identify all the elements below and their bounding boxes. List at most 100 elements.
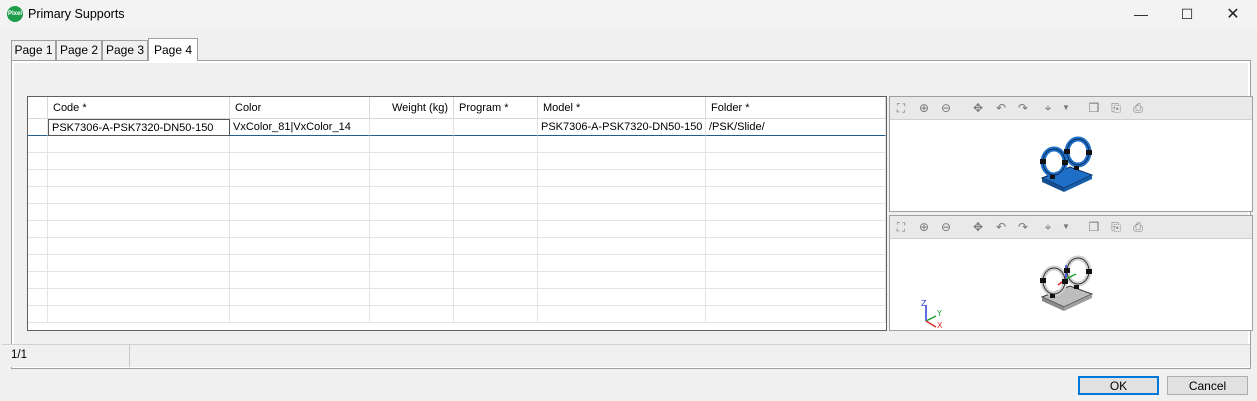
- empty-cell[interactable]: [48, 289, 230, 306]
- column-header-weight[interactable]: Weight (kg): [370, 97, 454, 119]
- empty-cell[interactable]: [370, 136, 454, 153]
- empty-cell[interactable]: [230, 153, 370, 170]
- tab-page-4[interactable]: Page 4: [148, 38, 198, 61]
- empty-cell[interactable]: [230, 187, 370, 204]
- empty-cell[interactable]: [454, 153, 538, 170]
- empty-cell[interactable]: [538, 136, 706, 153]
- rotate-right-icon[interactable]: ↷: [1015, 219, 1031, 235]
- pan-icon[interactable]: ✥: [970, 219, 986, 235]
- cancel-button[interactable]: Cancel: [1167, 376, 1248, 395]
- empty-cell[interactable]: [706, 255, 886, 272]
- minimize-button[interactable]: —: [1118, 0, 1164, 29]
- table-row[interactable]: PSK7306-A-PSK7320-DN50-150 VxColor_81|Vx…: [28, 119, 886, 136]
- model-preview-canvas[interactable]: [890, 120, 1252, 210]
- zoom-out-icon[interactable]: ⊖: [938, 219, 954, 235]
- empty-cell[interactable]: [454, 187, 538, 204]
- row-header[interactable]: [28, 289, 48, 306]
- table-row[interactable]: [28, 136, 886, 153]
- dropdown-arrow-icon[interactable]: ▼: [1058, 219, 1074, 235]
- zoom-in-icon[interactable]: ⊕: [916, 219, 932, 235]
- empty-cell[interactable]: [48, 204, 230, 221]
- row-header[interactable]: [28, 204, 48, 221]
- empty-cell[interactable]: [48, 136, 230, 153]
- pan-icon[interactable]: ✥: [970, 100, 986, 116]
- empty-cell[interactable]: [230, 221, 370, 238]
- export-icon[interactable]: ⎘: [1108, 219, 1124, 235]
- table-row[interactable]: [28, 153, 886, 170]
- empty-cell[interactable]: [230, 170, 370, 187]
- empty-cell[interactable]: [538, 255, 706, 272]
- empty-cell[interactable]: [48, 153, 230, 170]
- zoom-out-icon[interactable]: ⊖: [938, 100, 954, 116]
- column-header-folder[interactable]: Folder *: [706, 97, 886, 119]
- table-row[interactable]: [28, 289, 886, 306]
- zoom-in-icon[interactable]: ⊕: [916, 100, 932, 116]
- cell-color[interactable]: VxColor_81|VxColor_14: [230, 119, 370, 136]
- cell-code[interactable]: PSK7306-A-PSK7320-DN50-150: [48, 119, 230, 136]
- rotate-left-icon[interactable]: ↶: [993, 219, 1009, 235]
- tab-page-3[interactable]: Page 3: [102, 40, 148, 60]
- empty-cell[interactable]: [706, 204, 886, 221]
- empty-cell[interactable]: [538, 153, 706, 170]
- empty-cell[interactable]: [454, 272, 538, 289]
- tab-page-1[interactable]: Page 1: [11, 40, 56, 60]
- view-cube-icon[interactable]: ❒: [1086, 219, 1102, 235]
- close-button[interactable]: ✕: [1210, 0, 1256, 29]
- row-header[interactable]: [28, 255, 48, 272]
- empty-cell[interactable]: [706, 272, 886, 289]
- empty-cell[interactable]: [48, 255, 230, 272]
- empty-cell[interactable]: [370, 255, 454, 272]
- export-icon[interactable]: ⎘: [1108, 100, 1124, 116]
- empty-cell[interactable]: [454, 136, 538, 153]
- maximize-button[interactable]: ☐: [1164, 0, 1210, 29]
- empty-cell[interactable]: [370, 204, 454, 221]
- empty-cell[interactable]: [230, 289, 370, 306]
- empty-cell[interactable]: [370, 272, 454, 289]
- empty-cell[interactable]: [230, 136, 370, 153]
- empty-cell[interactable]: [538, 238, 706, 255]
- dropdown-arrow-icon[interactable]: ▼: [1058, 100, 1074, 116]
- empty-cell[interactable]: [230, 306, 370, 323]
- empty-cell[interactable]: [230, 204, 370, 221]
- empty-cell[interactable]: [48, 272, 230, 289]
- empty-cell[interactable]: [48, 306, 230, 323]
- empty-cell[interactable]: [538, 306, 706, 323]
- empty-cell[interactable]: [230, 272, 370, 289]
- table-row[interactable]: [28, 272, 886, 289]
- empty-cell[interactable]: [454, 255, 538, 272]
- empty-cell[interactable]: [230, 255, 370, 272]
- row-header[interactable]: [28, 306, 48, 323]
- empty-cell[interactable]: [454, 238, 538, 255]
- empty-cell[interactable]: [370, 187, 454, 204]
- empty-cell[interactable]: [370, 289, 454, 306]
- column-header-code[interactable]: Code *: [48, 97, 230, 119]
- view-orient-icon[interactable]: ⌖: [1040, 219, 1056, 235]
- ok-button[interactable]: OK: [1078, 376, 1159, 395]
- empty-cell[interactable]: [454, 204, 538, 221]
- empty-cell[interactable]: [538, 204, 706, 221]
- empty-cell[interactable]: [370, 221, 454, 238]
- cell-weight[interactable]: [370, 119, 454, 136]
- rotate-right-icon[interactable]: ↷: [1015, 100, 1031, 116]
- row-header[interactable]: [28, 187, 48, 204]
- empty-cell[interactable]: [706, 136, 886, 153]
- print-icon[interactable]: ⎙: [1130, 219, 1146, 235]
- empty-cell[interactable]: [454, 306, 538, 323]
- row-header[interactable]: [28, 136, 48, 153]
- cell-program[interactable]: [454, 119, 538, 136]
- empty-cell[interactable]: [538, 289, 706, 306]
- view-orient-icon[interactable]: ⌖: [1040, 100, 1056, 116]
- zoom-extents-icon[interactable]: ⛶: [893, 100, 909, 116]
- preview-viewport-top[interactable]: ⛶ ⊕ ⊖ ✥ ↶ ↷ ⌖ ▼ ❒ ⎘ ⎙: [889, 96, 1253, 212]
- preview-viewport-bottom[interactable]: ⛶ ⊕ ⊖ ✥ ↶ ↷ ⌖ ▼ ❒ ⎘ ⎙ Z Y X: [889, 215, 1253, 331]
- empty-cell[interactable]: [538, 170, 706, 187]
- empty-cell[interactable]: [370, 170, 454, 187]
- zoom-extents-icon[interactable]: ⛶: [893, 219, 909, 235]
- empty-cell[interactable]: [706, 153, 886, 170]
- row-header[interactable]: [28, 119, 48, 136]
- row-header[interactable]: [28, 221, 48, 238]
- empty-cell[interactable]: [706, 170, 886, 187]
- view-cube-icon[interactable]: ❒: [1086, 100, 1102, 116]
- empty-cell[interactable]: [48, 187, 230, 204]
- empty-cell[interactable]: [370, 306, 454, 323]
